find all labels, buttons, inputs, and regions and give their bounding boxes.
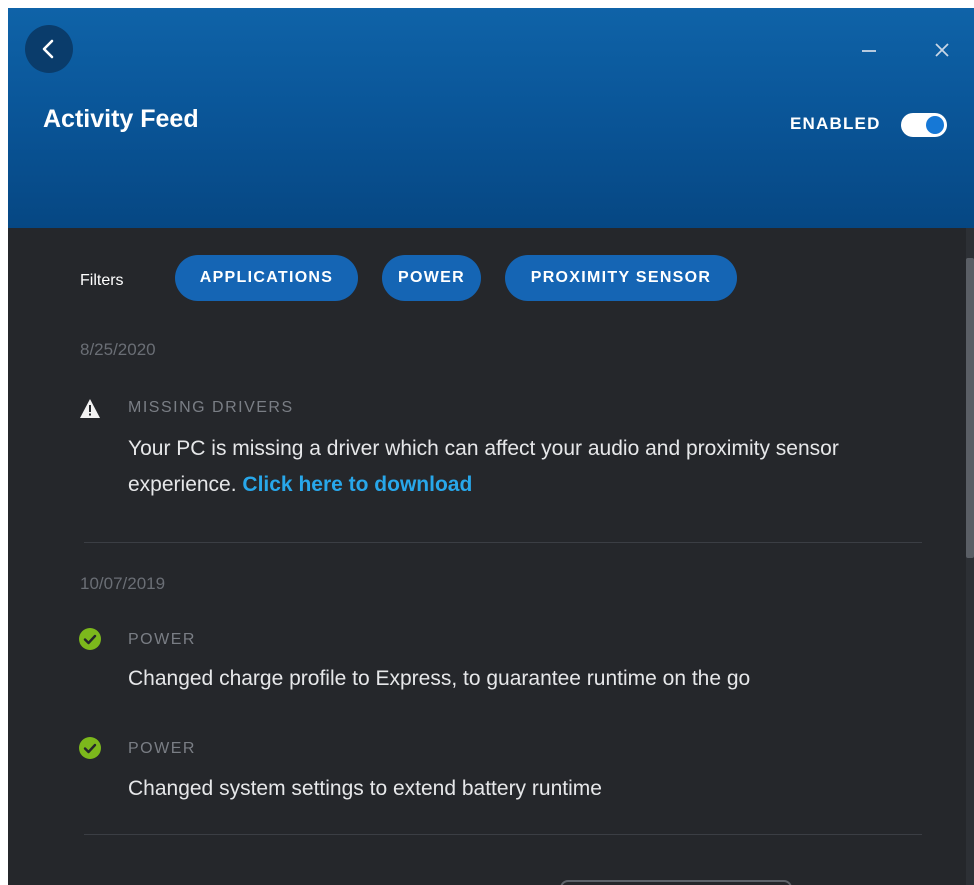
feed-content: Filters APPLICATIONS POWER PROXIMITY SEN… xyxy=(8,228,966,885)
group-date: 8/25/2020 xyxy=(80,340,156,359)
filters-label: Filters xyxy=(80,272,124,289)
activity-feed-window: Activity Feed ENABLED Filters APPLICATIO… xyxy=(8,8,974,885)
warning-icon xyxy=(80,399,100,418)
feed-item-message-text: Your PC is missing a driver which can af… xyxy=(128,437,839,496)
feed-item-category: POWER xyxy=(128,631,196,648)
feed-item-message: Changed system settings to extend batter… xyxy=(128,777,602,800)
feed-item-category: MISSING DRIVERS xyxy=(128,399,294,416)
feed-item-message: Your PC is missing a driver which can af… xyxy=(128,431,908,503)
header: Activity Feed ENABLED xyxy=(8,8,974,228)
back-button[interactable] xyxy=(25,25,73,73)
enabled-label: ENABLED xyxy=(790,114,881,133)
close-button[interactable] xyxy=(932,40,952,60)
divider xyxy=(84,542,922,543)
check-circle-icon xyxy=(79,628,101,650)
filter-chip-power[interactable]: POWER xyxy=(382,255,481,301)
toggle-knob xyxy=(926,116,944,134)
check-circle-icon xyxy=(79,737,101,759)
scrollbar[interactable] xyxy=(966,228,974,885)
scrollbar-thumb[interactable] xyxy=(966,258,974,558)
feed-item-category: POWER xyxy=(128,740,196,757)
enabled-toggle[interactable] xyxy=(901,113,947,137)
group-date: 10/07/2019 xyxy=(80,574,166,593)
filter-chip-applications[interactable]: APPLICATIONS xyxy=(175,255,358,301)
filter-chip-proximity-sensor[interactable]: PROXIMITY SENSOR xyxy=(505,255,737,301)
chevron-left-icon xyxy=(42,39,54,59)
download-driver-link[interactable]: Click here to download xyxy=(242,473,472,496)
partially-visible-button[interactable] xyxy=(560,880,792,885)
page-title: Activity Feed xyxy=(43,105,199,133)
minimize-icon xyxy=(862,50,876,52)
divider xyxy=(84,834,922,835)
minimize-button[interactable] xyxy=(859,40,879,60)
feed-item-message: Changed charge profile to Express, to gu… xyxy=(128,667,751,690)
close-icon xyxy=(935,43,949,57)
